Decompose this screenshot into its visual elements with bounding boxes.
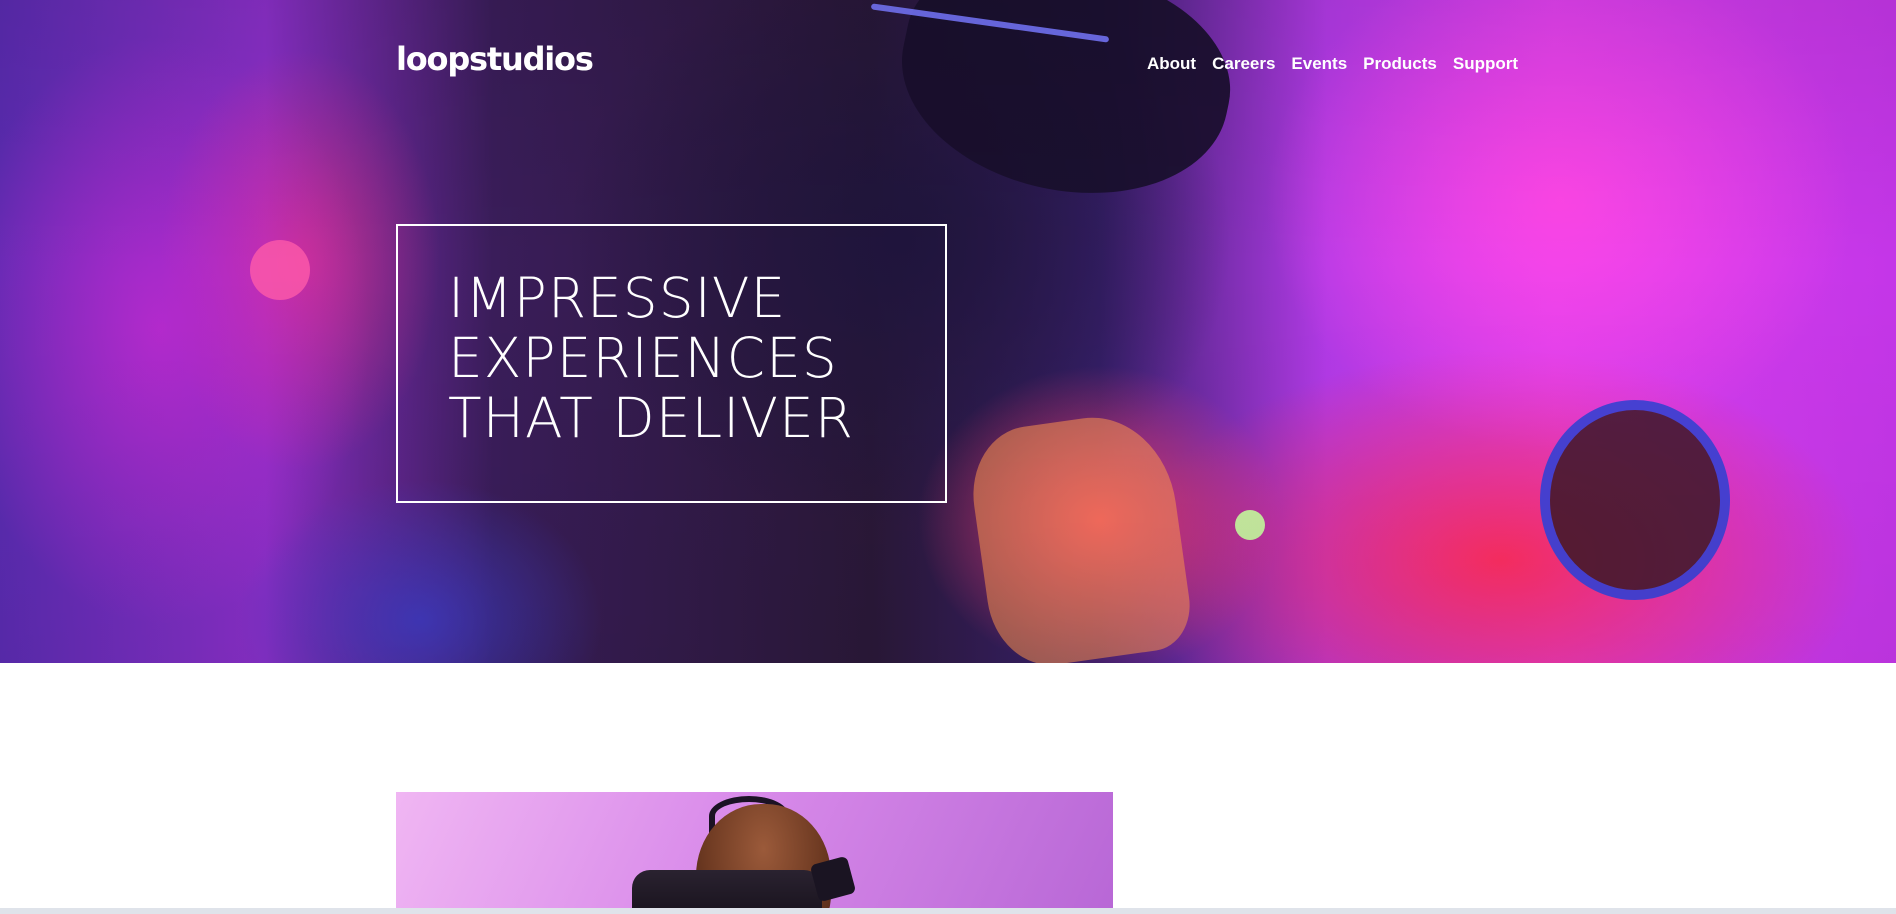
hero-headline: IMPRESSIVE EXPERIENCES THAT DELIVER [448, 266, 854, 450]
hero-section: loopstudios About Careers Events Product… [0, 0, 1896, 663]
nav-link-support[interactable]: Support [1453, 54, 1518, 74]
nav-link-products[interactable]: Products [1363, 54, 1437, 74]
primary-nav: About Careers Events Products Support [1147, 54, 1518, 74]
logo[interactable]: loopstudios [396, 40, 594, 78]
hero-headline-box: IMPRESSIVE EXPERIENCES THAT DELIVER [396, 224, 947, 503]
nav-link-events[interactable]: Events [1291, 54, 1347, 74]
horizontal-scrollbar[interactable] [0, 908, 1896, 914]
nav-link-about[interactable]: About [1147, 54, 1196, 74]
vr-headset-strap-icon [809, 855, 857, 903]
interactive-vr-image [396, 792, 1113, 914]
nav-link-careers[interactable]: Careers [1212, 54, 1275, 74]
hero-overlay [0, 0, 1896, 663]
